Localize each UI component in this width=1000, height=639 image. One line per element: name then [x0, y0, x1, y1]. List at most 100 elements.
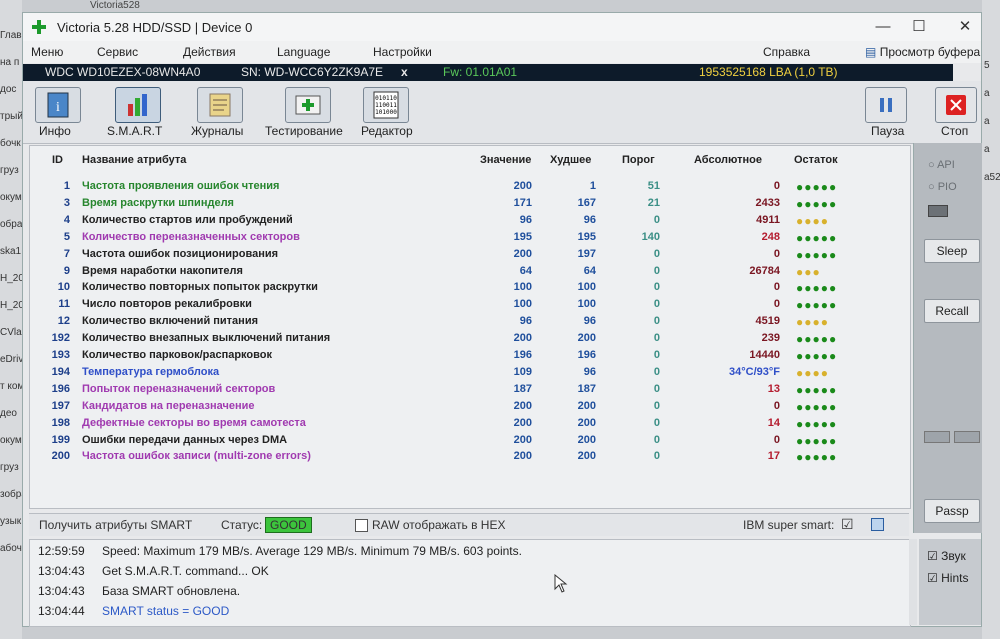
- desktop-item: узык: [0, 516, 22, 527]
- sleep-button[interactable]: Sleep: [924, 239, 980, 263]
- table-row[interactable]: 9 Время наработки накопителя 64 64 0 26784 ●●●: [30, 265, 910, 282]
- indicator-block: [928, 205, 948, 217]
- menu-actions[interactable]: Действия: [183, 45, 236, 59]
- table-row[interactable]: 196 Попыток переназначений секторов 187 187…: [30, 383, 910, 400]
- logs-tab-button[interactable]: [197, 87, 243, 123]
- pause-icon: [880, 98, 892, 112]
- maximize-button[interactable]: ☐: [899, 17, 939, 37]
- desktop-right-strip: 5 a a a a52: [982, 0, 1000, 639]
- desktop-item: на п: [0, 57, 20, 68]
- desktop-left-strip: Глав на п дос трый бочк груз окум обра ska1 H_202…: [0, 0, 29, 639]
- menu-main[interactable]: Меню: [31, 45, 63, 59]
- attr-id: 192: [51, 332, 70, 345]
- attr-value: 100: [513, 298, 532, 311]
- info-icon: i: [47, 92, 69, 118]
- recall-button[interactable]: Recall: [924, 299, 980, 323]
- table-row[interactable]: 5 Количество переназначенных секторов 195 1…: [30, 231, 910, 248]
- testing-tab-button[interactable]: [285, 87, 331, 123]
- attr-health: ●●●●●: [796, 450, 838, 465]
- attr-threshold: 0: [653, 433, 660, 446]
- desktop-item: дос: [0, 84, 17, 95]
- attr-raw: 248: [761, 230, 780, 243]
- svg-text:110011: 110011: [375, 102, 397, 109]
- stop-x-icon: [946, 95, 966, 115]
- small-button-right[interactable]: [954, 431, 980, 443]
- small-button-left[interactable]: [924, 431, 950, 443]
- desktop-item: ska1: [0, 246, 22, 257]
- desktop-item: Глав: [0, 30, 22, 41]
- table-row[interactable]: 4 Количество стартов или пробуждений 96 96 0…: [30, 214, 910, 231]
- menu-service[interactable]: Сервис: [97, 45, 138, 59]
- minimize-button[interactable]: —: [863, 17, 903, 37]
- checked-box-icon: ☑: [927, 571, 938, 585]
- table-row[interactable]: 12 Количество включений питания 96 96 0 4519 ●…: [30, 315, 910, 332]
- table-row[interactable]: 192 Количество внезапных выключений питан…: [30, 332, 910, 349]
- col-header-id: ID: [52, 154, 63, 166]
- sound-checkbox[interactable]: ☑ Звук: [927, 549, 966, 563]
- attr-health: ●●●: [796, 264, 821, 279]
- hints-checkbox[interactable]: ☑ Hints: [927, 571, 968, 585]
- desktop-item: a: [984, 116, 990, 127]
- attr-worst: 197: [577, 247, 596, 260]
- attr-id: 9: [63, 264, 70, 277]
- buffer-view-button[interactable]: ▤ Просмотр буфера: [865, 45, 980, 59]
- log-scrollbar[interactable]: [909, 539, 917, 625]
- attr-worst: 96: [583, 213, 596, 226]
- log-time: 12:59:59: [38, 544, 85, 558]
- attr-health: ●●●●: [796, 365, 829, 380]
- raw-hex-checkbox[interactable]: RAW отображать в HEX: [355, 518, 505, 533]
- stop-button[interactable]: [935, 87, 977, 123]
- menu-language[interactable]: Language: [277, 45, 330, 59]
- table-row[interactable]: 199 Ошибки передачи данных через DMA 200 20…: [30, 434, 910, 451]
- editor-tab-button[interactable]: 010110 110011 101000: [363, 87, 409, 123]
- attr-health: ●●●●●: [796, 180, 838, 194]
- attr-name: Время наработки накопителя: [82, 264, 243, 277]
- attr-worst: 1: [589, 180, 596, 192]
- table-row[interactable]: 10 Количество повторных попыток раскрутки…: [30, 281, 910, 298]
- table-row[interactable]: 7 Частота ошибок позиционирования 200 197 0 0…: [30, 248, 910, 265]
- info-tab-button[interactable]: i: [35, 87, 81, 123]
- attr-value: 200: [513, 416, 532, 429]
- attr-worst: 167: [577, 196, 596, 209]
- attr-id: 197: [51, 399, 70, 412]
- attr-health: ●●●●●: [796, 382, 838, 397]
- attr-id: 194: [51, 365, 70, 378]
- menu-settings[interactable]: Настройки: [373, 45, 432, 59]
- attr-threshold: 0: [653, 332, 660, 345]
- table-row[interactable]: 200 Частота ошибок записи (multi-zone err…: [30, 450, 910, 467]
- table-row[interactable]: 197 Кандидатов на переназначение 200 200 0 0 ●…: [30, 400, 910, 417]
- attr-threshold: 140: [641, 230, 660, 243]
- attr-health: ●●●●●: [796, 230, 838, 245]
- log-message: Speed: Maximum 179 MB/s. Average 129 MB/…: [102, 544, 522, 558]
- passp-button[interactable]: Passp: [924, 499, 980, 523]
- pause-button[interactable]: [865, 87, 907, 123]
- attr-worst: 64: [583, 264, 596, 277]
- device-close-button[interactable]: x: [401, 65, 408, 79]
- attr-id: 12: [57, 315, 70, 328]
- table-row[interactable]: 1 Частота проявления ошибок чтения 200 1 51 0…: [30, 180, 910, 197]
- smart-tab-button[interactable]: [115, 87, 161, 123]
- table-row[interactable]: 11 Число повторов рекалибровки 100 100 0 0 ●●●…: [30, 298, 910, 315]
- toolbar: i Инфо S.M.A.R.T Журналы Тестирование 01…: [23, 81, 981, 144]
- pio-radio[interactable]: ○ PIO: [928, 181, 957, 193]
- api-radio[interactable]: ○ API: [928, 159, 955, 171]
- attr-raw: 0: [773, 281, 780, 294]
- table-row[interactable]: 3 Время раскрутки шпинделя 171 167 21 2433 ●●●…: [30, 197, 910, 214]
- smart-tab-label: S.M.A.R.T: [107, 124, 163, 138]
- status-label: Статус:: [221, 518, 263, 532]
- log-message: SMART status = GOOD: [102, 604, 230, 618]
- table-row[interactable]: 198 Дефектные секторы во время самотеста 2…: [30, 417, 910, 434]
- table-row[interactable]: 193 Количество парковок/распарковок 196 196…: [30, 349, 910, 366]
- ibm-super-smart-checkbox[interactable]: ☑: [841, 516, 854, 533]
- checked-box-icon: ☑: [927, 549, 938, 563]
- menu-help[interactable]: Справка: [763, 45, 810, 59]
- attr-threshold: 51: [647, 180, 660, 192]
- attr-raw: 14440: [749, 349, 780, 361]
- attr-threshold: 0: [653, 298, 660, 311]
- attr-id: 198: [51, 416, 70, 429]
- attr-raw: 13: [767, 382, 780, 395]
- table-row[interactable]: 194 Температура гермоблока 109 96 0 34°C/93°F…: [30, 366, 910, 383]
- stop-label: Стоп: [941, 124, 969, 138]
- close-window-button[interactable]: ✕: [945, 17, 985, 37]
- get-smart-button[interactable]: Получить атрибуты SMART: [39, 518, 192, 532]
